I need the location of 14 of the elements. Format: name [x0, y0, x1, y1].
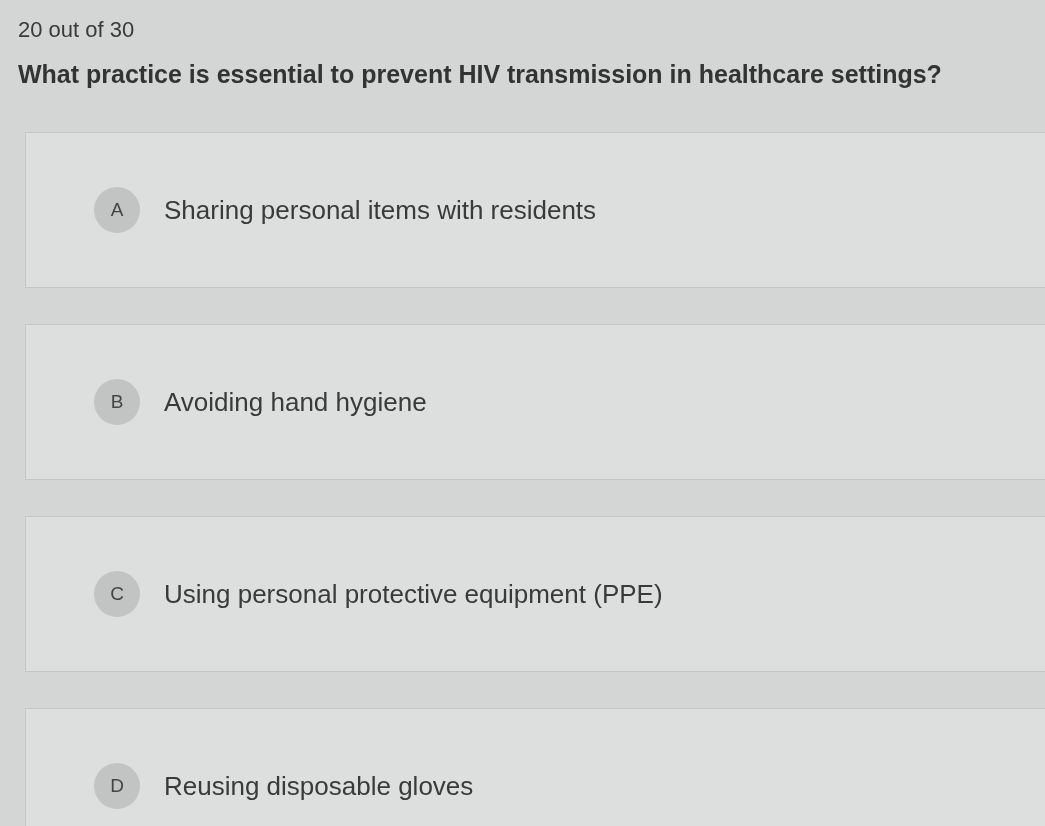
option-letter-badge: D [94, 763, 140, 809]
question-counter: 20 out of 30 [18, 16, 135, 44]
option-text: Sharing personal items with residents [164, 194, 597, 226]
answer-option[interactable]: B Avoiding hand hygiene [25, 324, 1045, 480]
answer-option[interactable]: D Reusing disposable gloves [25, 708, 1045, 826]
option-letter-badge: C [94, 571, 140, 617]
option-letter-badge: A [94, 187, 140, 233]
answer-option[interactable]: A Sharing personal items with residents [25, 132, 1045, 288]
option-text: Avoiding hand hygiene [164, 386, 427, 418]
option-text: Reusing disposable gloves [164, 770, 474, 802]
option-letter-badge: B [94, 379, 140, 425]
question-text: What practice is essential to prevent HIV transmission in healthcare settings? [18, 59, 942, 90]
option-text: Using personal protective equipment (PPE) [164, 578, 663, 610]
answer-option[interactable]: C Using personal protective equipment (PPE) [25, 516, 1045, 672]
